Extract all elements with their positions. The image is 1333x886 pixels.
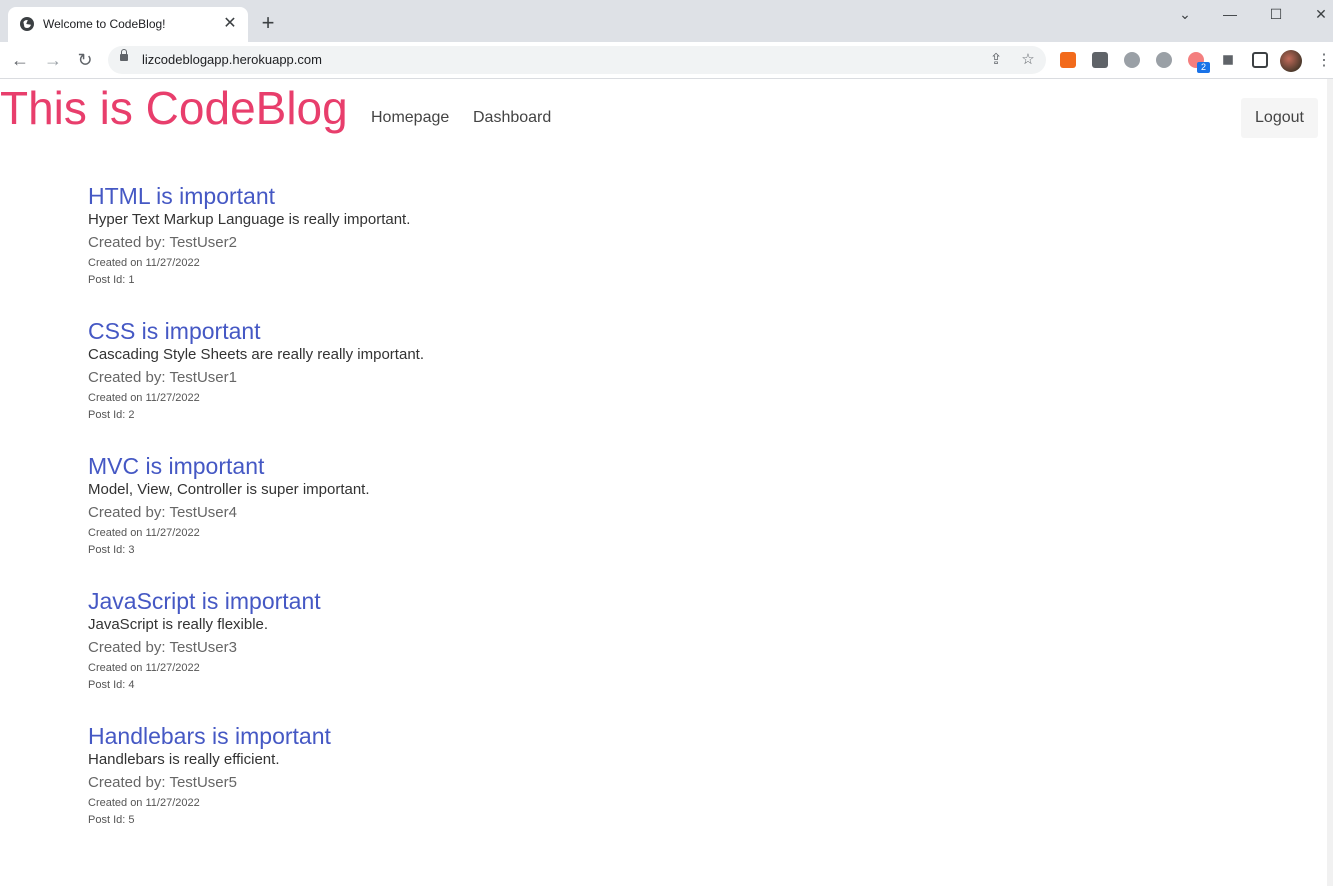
back-icon[interactable]: ← — [8, 48, 32, 72]
post-author: Created by: TestUser5 — [88, 774, 237, 791]
post-item: MVC is important Model, View, Controller… — [88, 452, 788, 587]
post-list: HTML is important Hyper Text Markup Lang… — [88, 182, 788, 857]
post-title[interactable]: CSS is important — [88, 317, 788, 345]
globe-icon — [20, 17, 34, 31]
post-date: Created on 11/27/2022 — [88, 257, 200, 269]
post-id: Post Id: 4 — [88, 679, 135, 691]
close-tab-icon[interactable]: ✕ — [220, 14, 240, 34]
lock-icon[interactable] — [120, 49, 128, 61]
post-author: Created by: TestUser2 — [88, 234, 237, 251]
nav-homepage[interactable]: Homepage — [371, 109, 449, 127]
post-item: HTML is important Hyper Text Markup Lang… — [88, 182, 788, 317]
post-author: Created by: TestUser4 — [88, 504, 237, 521]
side-panel-icon[interactable] — [1252, 52, 1268, 68]
post-date: Created on 11/27/2022 — [88, 527, 200, 539]
post-body: Model, View, Controller is super importa… — [88, 481, 370, 498]
post-author: Created by: TestUser3 — [88, 639, 237, 656]
browser-toolbar: ← → ↻ lizcodeblogapp.herokuapp.com ⇪ ☆ — [0, 42, 1333, 79]
page-content: This is CodeBlog Homepage Dashboard Logo… — [0, 79, 1327, 886]
post-title[interactable]: JavaScript is important — [88, 587, 788, 615]
post-date: Created on 11/27/2022 — [88, 662, 200, 674]
site-title: This is CodeBlog — [0, 82, 348, 134]
tab-title: Welcome to CodeBlog! — [43, 17, 166, 31]
url-text[interactable]: lizcodeblogapp.herokuapp.com — [142, 52, 322, 67]
post-title[interactable]: Handlebars is important — [88, 722, 788, 750]
profile-avatar[interactable] — [1280, 50, 1302, 72]
extension-icon[interactable] — [1092, 52, 1108, 68]
post-id: Post Id: 5 — [88, 814, 135, 826]
post-id: Post Id: 2 — [88, 409, 135, 421]
post-author: Created by: TestUser1 — [88, 369, 237, 386]
post-body: JavaScript is really flexible. — [88, 616, 269, 633]
analytics-extension-icon[interactable] — [1060, 52, 1076, 68]
post-body: Cascading Style Sheets are really really… — [88, 346, 424, 363]
post-date: Created on 11/27/2022 — [88, 392, 200, 404]
post-item: JavaScript is important JavaScript is re… — [88, 587, 788, 722]
bookmark-star-icon[interactable]: ☆ — [1018, 50, 1038, 68]
close-window-icon[interactable]: ✕ — [1306, 6, 1333, 23]
minimize-icon[interactable]: — — [1215, 6, 1245, 22]
post-item: CSS is important Cascading Style Sheets … — [88, 317, 788, 452]
logout-button[interactable]: Logout — [1241, 98, 1318, 138]
maximize-icon[interactable]: ☐ — [1261, 6, 1291, 23]
post-date: Created on 11/27/2022 — [88, 797, 200, 809]
forward-icon[interactable]: → — [41, 48, 65, 72]
post-id: Post Id: 3 — [88, 544, 135, 556]
extension-badge: 2 — [1197, 62, 1210, 73]
bubble-extension-icon[interactable] — [1156, 52, 1172, 68]
tab-search-icon[interactable]: ⌄ — [1170, 6, 1200, 23]
page-scrollbar[interactable] — [1327, 79, 1333, 886]
new-tab-icon[interactable]: + — [257, 12, 279, 34]
ublock-extension-icon[interactable] — [1124, 52, 1140, 68]
browser-tab[interactable]: Welcome to CodeBlog! ✕ — [8, 7, 248, 42]
post-title[interactable]: HTML is important — [88, 182, 788, 210]
post-item: Handlebars is important Handlebars is re… — [88, 722, 788, 857]
post-body: Handlebars is really efficient. — [88, 751, 280, 768]
puzzle-extensions-icon[interactable] — [1223, 55, 1233, 65]
share-icon[interactable]: ⇪ — [986, 50, 1006, 68]
browser-menu-icon[interactable]: ⋮ — [1316, 50, 1332, 72]
browser-tabstrip: Welcome to CodeBlog! ✕ + ⌄ — ☐ ✕ — [0, 0, 1333, 42]
nav-dashboard[interactable]: Dashboard — [473, 109, 551, 127]
post-body: Hyper Text Markup Language is really imp… — [88, 211, 411, 228]
address-bar[interactable]: lizcodeblogapp.herokuapp.com ⇪ ☆ — [108, 46, 1046, 74]
reload-icon[interactable]: ↻ — [73, 48, 97, 72]
post-id: Post Id: 1 — [88, 274, 135, 286]
post-title[interactable]: MVC is important — [88, 452, 788, 480]
